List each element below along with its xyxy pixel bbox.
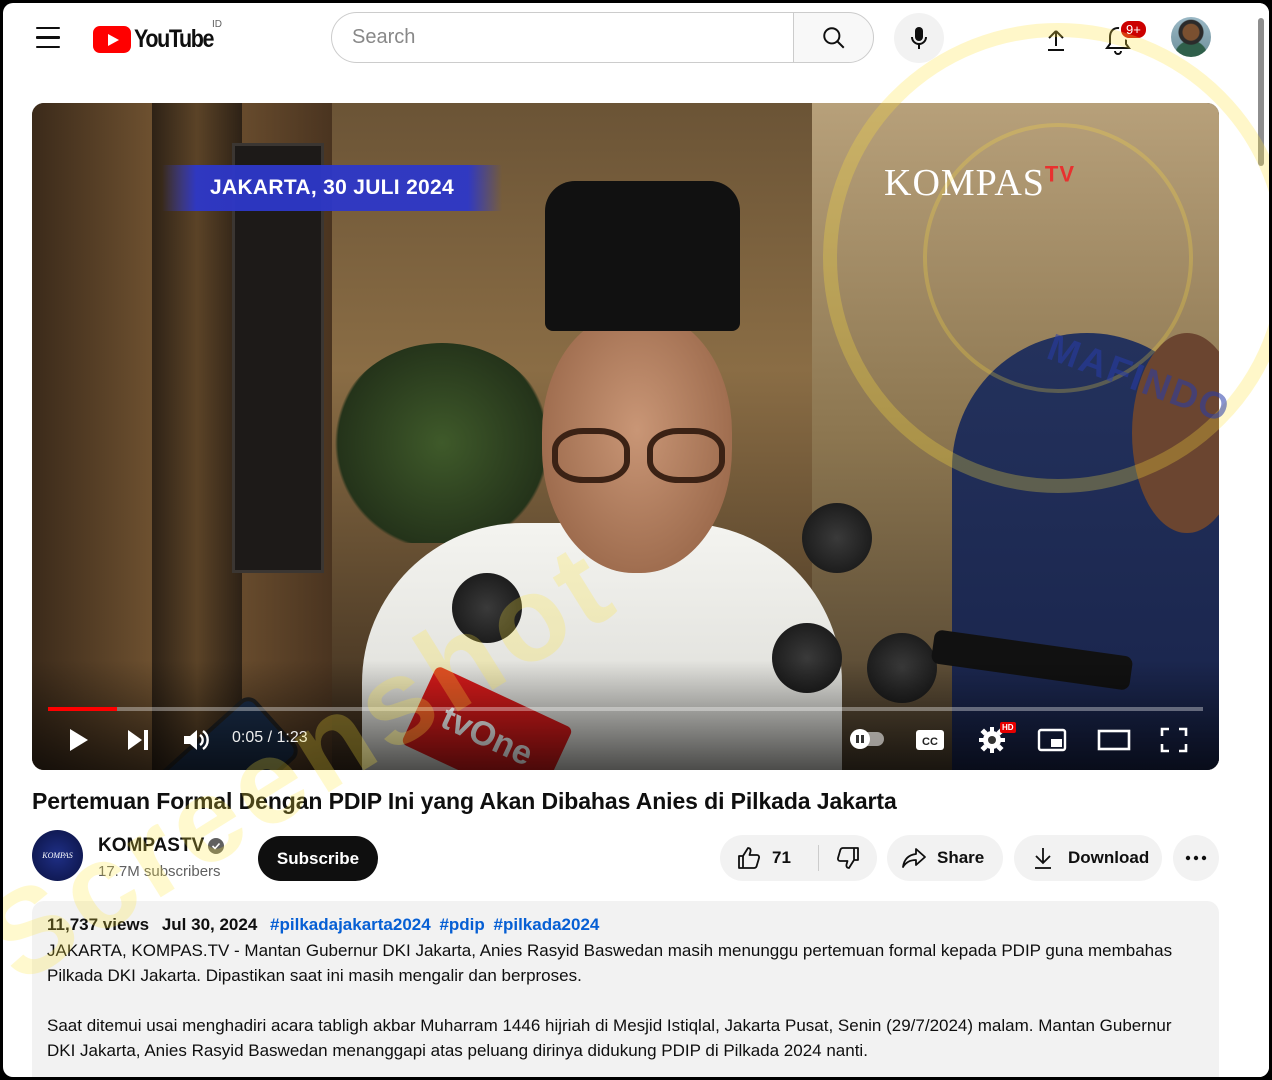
progress-bar[interactable]: [48, 707, 1203, 711]
captions-button[interactable]: CC: [912, 723, 948, 757]
svg-text:CC: CC: [922, 736, 938, 748]
share-button[interactable]: Share: [887, 835, 1003, 881]
view-count: 11,737 views: [47, 915, 150, 934]
channel-name[interactable]: KOMPASTV: [98, 835, 204, 857]
play-button[interactable]: [60, 723, 96, 757]
masthead: YouTube ID 9+: [3, 3, 1253, 75]
upload-button[interactable]: [1039, 23, 1073, 57]
upload-icon: [1048, 30, 1064, 51]
more-actions-button[interactable]: [1173, 835, 1219, 881]
channel-avatar[interactable]: KOMPAS: [32, 830, 83, 881]
description-paragraph: JAKARTA, KOMPAS.TV - Mantan Gubernur DKI…: [47, 941, 1173, 985]
subscriber-count: 17.7M subscribers: [98, 863, 221, 880]
scrollbar[interactable]: [1253, 3, 1269, 1077]
like-count: 71: [772, 848, 791, 867]
next-button[interactable]: [120, 723, 156, 757]
thumbs-up-icon: [738, 847, 761, 869]
video-player[interactable]: tvOne JAKARTA, 30 JULI 2024 KOMPASTV 0:0…: [32, 103, 1219, 770]
cc-icon: CC: [916, 730, 944, 750]
progress-played: [48, 707, 118, 711]
region-code: ID: [212, 19, 222, 30]
miniplayer-icon: [1037, 728, 1067, 752]
fullscreen-button[interactable]: [1156, 723, 1192, 757]
youtube-logo[interactable]: YouTube ID: [93, 19, 226, 54]
search-box: [331, 12, 794, 63]
description-box[interactable]: 11,737 views Jul 30, 2024 #pilkadajakart…: [32, 901, 1219, 1077]
microphone-icon: [911, 27, 927, 49]
volume-icon: [184, 730, 209, 750]
date-banner: JAKARTA, 30 JULI 2024: [162, 165, 502, 211]
fullscreen-icon: [1160, 727, 1188, 753]
description-paragraph: Saat ditemui usai menghadiri acara tabli…: [47, 1016, 1172, 1060]
like-button[interactable]: 71: [720, 835, 818, 881]
channel-watermark: KOMPASTV: [884, 161, 1076, 204]
like-dislike-group: 71: [720, 835, 877, 881]
logo-text: YouTube: [134, 25, 215, 53]
thumbs-down-icon: [836, 847, 859, 869]
download-button[interactable]: Download: [1014, 835, 1162, 881]
description-meta: 11,737 views Jul 30, 2024 #pilkadajakart…: [47, 915, 1204, 935]
notification-badge: 9+: [1119, 19, 1148, 40]
mute-button[interactable]: [178, 723, 214, 757]
more-horizontal-icon: [1185, 855, 1207, 861]
skip-next-icon: [128, 730, 148, 750]
youtube-play-icon: [93, 26, 131, 53]
scrollbar-thumb[interactable]: [1258, 18, 1264, 166]
hashtag-link[interactable]: #pilkadajakarta2024: [270, 915, 431, 934]
hashtag-link[interactable]: #pdip: [439, 915, 484, 934]
video-title: Pertemuan Formal Dengan PDIP Ini yang Ak…: [32, 788, 897, 814]
theater-mode-button[interactable]: [1094, 723, 1134, 757]
subscribe-button[interactable]: Subscribe: [258, 836, 378, 881]
avatar[interactable]: [1171, 17, 1211, 57]
share-label: Share: [937, 848, 985, 867]
upload-date: Jul 30, 2024: [161, 915, 258, 934]
autoplay-toggle[interactable]: [850, 729, 884, 749]
browser-window: YouTube ID 9+: [3, 3, 1269, 1077]
hd-badge: HD: [1000, 722, 1016, 733]
miniplayer-button[interactable]: [1034, 723, 1070, 757]
hashtag-link[interactable]: #pilkada2024: [494, 915, 600, 934]
share-arrow-icon: [902, 848, 926, 868]
search-icon: [822, 26, 844, 48]
play-icon: [70, 729, 88, 751]
time-display: 0:05 / 1:23: [232, 729, 308, 746]
hamburger-icon[interactable]: [33, 27, 63, 55]
pause-icon: [850, 729, 870, 749]
download-label: Download: [1068, 848, 1150, 867]
dislike-button[interactable]: [819, 835, 877, 881]
search-button[interactable]: [793, 12, 874, 63]
voice-search-button[interactable]: [894, 13, 944, 63]
theater-icon: [1097, 729, 1131, 751]
download-icon: [1035, 848, 1051, 869]
verified-icon: [208, 838, 224, 854]
search-input[interactable]: [352, 26, 794, 49]
